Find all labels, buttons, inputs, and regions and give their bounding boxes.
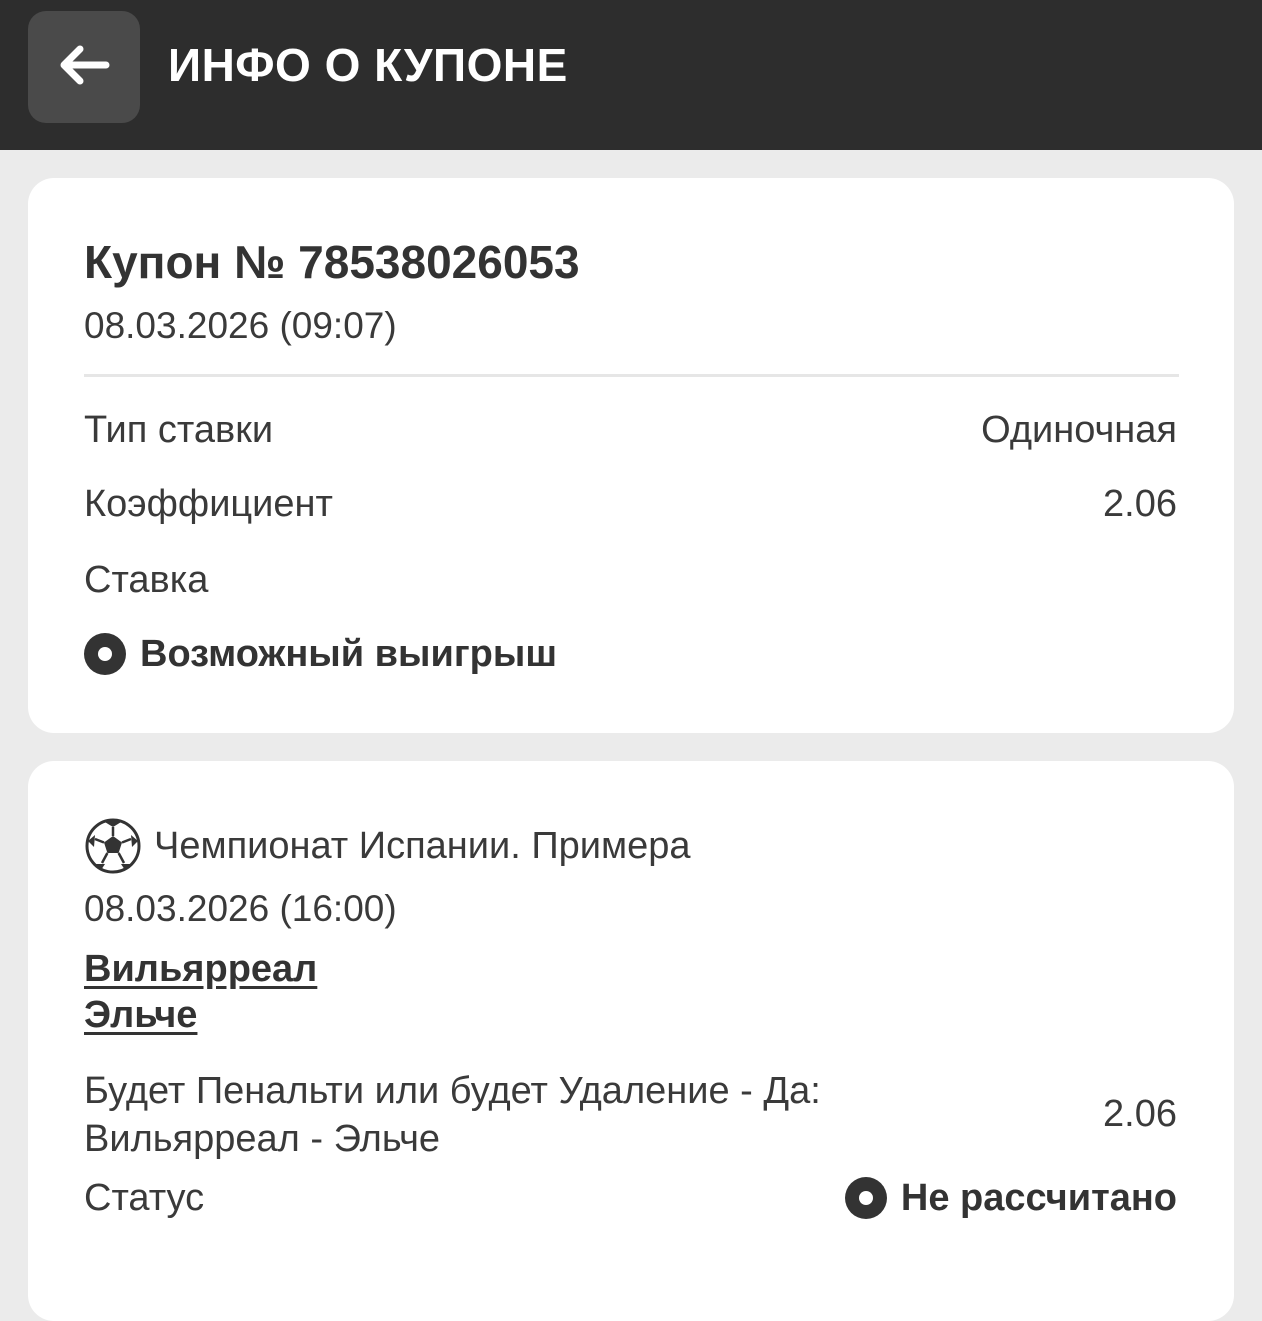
market-odds: 2.06 bbox=[1103, 1093, 1177, 1135]
status-value: Не рассчитано bbox=[844, 1175, 1177, 1221]
divider bbox=[84, 374, 1179, 377]
radio-dot-icon bbox=[84, 633, 126, 675]
possible-win-row: Возможный выигрыш bbox=[84, 631, 557, 677]
odds-value: 2.06 bbox=[1103, 483, 1177, 525]
league-name: Чемпионат Испании. Примера bbox=[154, 825, 691, 867]
team-home-link[interactable]: Вильярреал bbox=[84, 947, 317, 991]
soccer-ball-icon bbox=[84, 817, 142, 875]
possible-win-label: Возможный выигрыш bbox=[140, 633, 558, 675]
bet-type-value: Одиночная bbox=[981, 409, 1177, 451]
page-title: ИНФО О КУПОНЕ bbox=[168, 39, 568, 91]
coupon-number: Купон № 78538026053 bbox=[84, 236, 580, 288]
event-date: 08.03.2026 (16:00) bbox=[84, 888, 397, 929]
arrow-left-icon bbox=[58, 45, 110, 90]
market-description: Будет Пенальти или будет Удаление - Да: … bbox=[84, 1070, 821, 1160]
league-row: Чемпионат Испании. Примера bbox=[84, 817, 691, 875]
odds-label: Коэффициент bbox=[84, 483, 333, 525]
stake-label: Ставка bbox=[84, 559, 209, 601]
event-card: Чемпионат Испании. Примера 08.03.2026 (1… bbox=[28, 761, 1234, 1321]
top-bar: ИНФО О КУПОНЕ bbox=[0, 0, 1262, 150]
coupon-date: 08.03.2026 (09:07) bbox=[84, 305, 397, 346]
coupon-card: Купон № 78538026053 08.03.2026 (09:07) Т… bbox=[28, 178, 1234, 733]
status-label: Статус bbox=[84, 1177, 205, 1219]
radio-dot-icon bbox=[844, 1177, 887, 1219]
team-away-link[interactable]: Эльче bbox=[84, 993, 197, 1037]
back-button[interactable] bbox=[28, 11, 140, 123]
bet-type-label: Тип ставки bbox=[84, 409, 274, 451]
status-text: Не рассчитано bbox=[900, 1177, 1177, 1219]
